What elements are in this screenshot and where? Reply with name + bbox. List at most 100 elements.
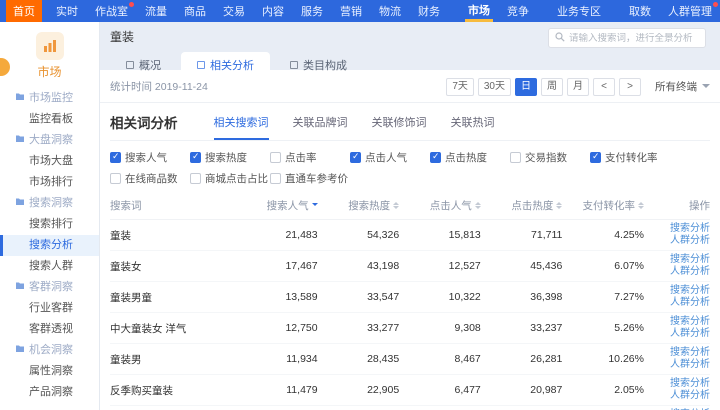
metric-checkbox-item[interactable]: 商城点击占比 xyxy=(190,171,270,186)
sidebar-item[interactable]: 市场排行 xyxy=(0,172,99,193)
sidebar-item[interactable]: 大盘洞察 xyxy=(0,130,99,151)
subtab[interactable]: 相关搜索词 xyxy=(214,114,269,140)
topnav-item[interactable]: 商品 xyxy=(181,0,209,22)
sidebar-item[interactable]: 搜索洞察 xyxy=(0,193,99,214)
topnav-item[interactable]: 实时 xyxy=(53,0,81,22)
keyword-cell: 童装男 xyxy=(110,344,236,375)
range-button[interactable]: 月 xyxy=(567,78,589,96)
crowd-analysis-link[interactable]: 人群分析 xyxy=(644,328,710,340)
column-header-search-heat[interactable]: 搜索热度 xyxy=(318,192,400,220)
topnav-item[interactable]: 作战室 xyxy=(92,0,131,22)
checkbox-icon[interactable] xyxy=(590,152,601,163)
topnav-item[interactable]: 流量 xyxy=(142,0,170,22)
topnav-item-label: 营销 xyxy=(340,3,362,19)
category-tab-label: 类目构成 xyxy=(303,57,347,73)
subtab[interactable]: 关联品牌词 xyxy=(293,114,348,140)
subtab[interactable]: 关联热词 xyxy=(451,114,495,140)
checkbox-icon[interactable] xyxy=(110,173,121,184)
search-analysis-link[interactable]: 搜索分析 xyxy=(644,285,710,297)
sidebar-item[interactable]: 行业客群 xyxy=(0,298,99,319)
topnav-item[interactable]: 财务 xyxy=(415,0,443,22)
metric-checkbox-item[interactable]: 支付转化率 xyxy=(590,150,670,165)
metric-checkbox-item[interactable]: 在线商品数 xyxy=(110,171,190,186)
checkbox-icon[interactable] xyxy=(430,152,441,163)
topnav-item[interactable]: 物流 xyxy=(376,0,404,22)
topnav-item-label: 财务 xyxy=(418,3,440,19)
sidebar-item[interactable]: 客群透视 xyxy=(0,319,99,340)
sidebar-item-label: 客群透视 xyxy=(29,323,73,335)
metric-checkbox-item[interactable]: 搜索人气 xyxy=(110,150,190,165)
metric-checkbox-item[interactable]: 搜索热度 xyxy=(190,150,270,165)
checkbox-icon[interactable] xyxy=(190,152,201,163)
topnav-item[interactable]: 营销 xyxy=(337,0,365,22)
actions-cell: 搜索分析 人群分析 xyxy=(644,251,710,282)
prev-page-button[interactable]: < xyxy=(593,78,615,96)
topnav-item-label: 人群管理 xyxy=(668,3,712,19)
checkbox-icon[interactable] xyxy=(190,173,201,184)
checkbox-icon[interactable] xyxy=(510,152,521,163)
sidebar-item[interactable]: 监控看板 xyxy=(0,109,99,130)
sidebar-item-label: 大盘洞察 xyxy=(29,130,73,151)
crowd-analysis-link[interactable]: 人群分析 xyxy=(644,266,710,278)
sidebar-item-label: 行业客群 xyxy=(29,302,73,314)
metric-checkbox-item[interactable]: 点击率 xyxy=(270,150,350,165)
topnav-item-label: 物流 xyxy=(379,3,401,19)
search-analysis-link[interactable]: 搜索分析 xyxy=(644,316,710,328)
sidebar-item[interactable]: 产品洞察 xyxy=(0,382,99,403)
metric-checkbox-item[interactable]: 交易指数 xyxy=(510,150,590,165)
topnav-item[interactable]: 交易 xyxy=(220,0,248,22)
metric-checkbox-item[interactable]: 点击人气 xyxy=(350,150,430,165)
column-header-search-pop[interactable]: 搜索人气 xyxy=(236,192,318,220)
sidebar-item[interactable]: 搜索人群 xyxy=(0,256,99,277)
topnav-item[interactable]: 竞争 xyxy=(504,0,532,22)
category-tab[interactable]: 相关分析 xyxy=(181,52,270,79)
actions-cell: 搜索分析 人群分析 xyxy=(644,282,710,313)
sidebar-item[interactable]: 搜索分析 xyxy=(0,235,99,256)
metric-checkbox-item[interactable]: 直通车参考价 xyxy=(270,171,350,186)
range-button[interactable]: 周 xyxy=(541,78,563,96)
search-analysis-link[interactable]: 搜索分析 xyxy=(644,347,710,359)
category-tab[interactable]: 类目构成 xyxy=(274,52,363,79)
crowd-analysis-link[interactable]: 人群分析 xyxy=(644,297,710,309)
crowd-analysis-link[interactable]: 人群分析 xyxy=(644,235,710,247)
metric-checkbox-item[interactable]: 点击热度 xyxy=(430,150,510,165)
subtab[interactable]: 关联修饰词 xyxy=(372,114,427,140)
topnav-item[interactable]: 取数 xyxy=(626,0,654,22)
search-analysis-link[interactable]: 搜索分析 xyxy=(644,378,710,390)
range-button[interactable]: 日 xyxy=(515,78,537,96)
topnav-item[interactable]: 服务 xyxy=(298,0,326,22)
topnav-item[interactable]: 业务专区 xyxy=(554,0,604,22)
keyword-search-input[interactable] xyxy=(569,33,699,44)
search-analysis-link[interactable]: 搜索分析 xyxy=(644,223,710,235)
checkbox-icon[interactable] xyxy=(350,152,361,163)
topnav-item[interactable]: 内容 xyxy=(259,0,287,22)
sidebar-item[interactable]: 市场大盘 xyxy=(0,151,99,172)
column-label: 搜索人气 xyxy=(267,198,309,213)
category-tab[interactable]: 概况 xyxy=(110,52,177,79)
checkbox-icon[interactable] xyxy=(110,152,121,163)
sidebar-item-label: 监控看板 xyxy=(29,113,73,125)
terminal-dropdown[interactable]: 所有终端 xyxy=(655,79,710,94)
column-header-pay-rate[interactable]: 支付转化率 xyxy=(562,192,644,220)
range-button[interactable]: 30天 xyxy=(478,78,511,96)
range-button[interactable]: 7天 xyxy=(446,78,474,96)
category-tabs: 概况 相关分析 类目构成 xyxy=(110,52,710,79)
sidebar-item[interactable]: 机会洞察 xyxy=(0,340,99,361)
next-page-button[interactable]: > xyxy=(619,78,641,96)
sidebar-item[interactable]: 市场监控 xyxy=(0,88,99,109)
column-header-click-heat[interactable]: 点击热度 xyxy=(481,192,563,220)
topnav-item[interactable]: 首页 xyxy=(6,0,42,22)
checkbox-icon[interactable] xyxy=(270,173,281,184)
sidebar-item[interactable]: 属性洞察 xyxy=(0,361,99,382)
sidebar-item[interactable]: 客群洞察 xyxy=(0,277,99,298)
sidebar-item[interactable]: 搜索排行 xyxy=(0,214,99,235)
topnav-item[interactable]: 人群管理 xyxy=(665,0,715,22)
checkbox-icon[interactable] xyxy=(270,152,281,163)
pay-rate-cell: 10.26% xyxy=(562,344,644,375)
topnav-item[interactable]: 市场 xyxy=(465,0,493,22)
click-heat-cell: 26,281 xyxy=(481,344,563,375)
crowd-analysis-link[interactable]: 人群分析 xyxy=(644,359,710,371)
crowd-analysis-link[interactable]: 人群分析 xyxy=(644,390,710,402)
column-header-click-pop[interactable]: 点击人气 xyxy=(399,192,481,220)
search-analysis-link[interactable]: 搜索分析 xyxy=(644,254,710,266)
